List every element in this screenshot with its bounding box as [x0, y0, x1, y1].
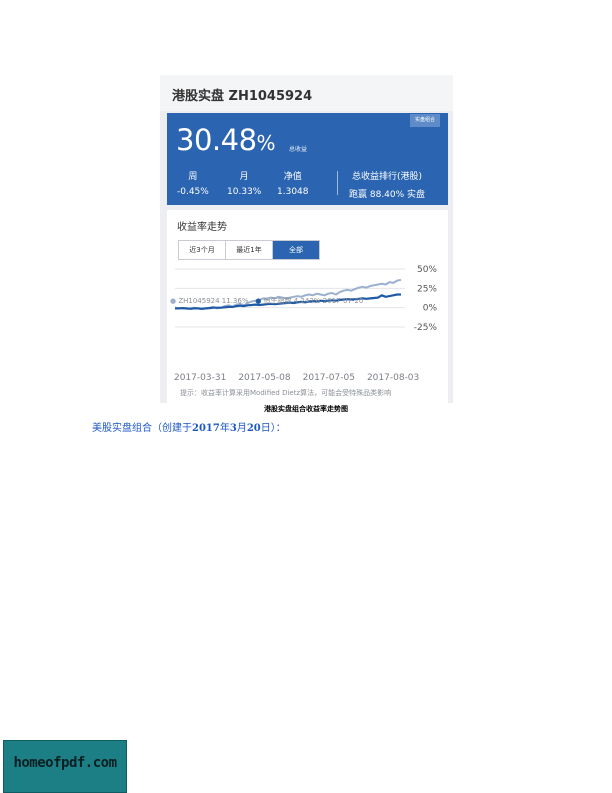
- stat-month-value: 10.33%: [227, 187, 262, 197]
- stat-month: 月 10.33%: [227, 169, 261, 197]
- stat-week-value: -0.45%: [177, 187, 209, 197]
- date-axis: 2017-03-31 2017-05-08 2017-07-05 2017-08-03: [174, 373, 431, 383]
- calculation-tip: 提示：收益率计算采用Modified Dietz算法，可能会受特殊品类影响: [180, 389, 392, 397]
- stat-rank: 总收益排行(港股) 跑赢 88.40% 实盘: [349, 169, 425, 200]
- total-return-unit: %: [256, 131, 276, 155]
- chart-legend: ● ZH1045924 11.36% ● 恒生指数 4.243% 2017-07…: [170, 296, 363, 306]
- trend-title: 收益率走势: [177, 222, 227, 233]
- stat-week-label: 周: [188, 172, 198, 182]
- y-tick-label: -25%: [414, 323, 438, 332]
- date-label: 2017-05-08: [238, 373, 291, 383]
- portfolio-title: 港股实盘 ZH1045924: [172, 89, 313, 104]
- y-tick-label: 25%: [417, 284, 437, 294]
- stat-rank-label: 总收益排行(港股): [352, 172, 423, 182]
- y-tick-label: 0%: [423, 304, 438, 314]
- stat-month-label: 月: [239, 172, 249, 182]
- stat-nav-value: 1.3048: [277, 187, 309, 197]
- paragraph-month-unit: 月: [236, 423, 247, 434]
- y-tick-label: 50%: [417, 265, 437, 275]
- stat-week: 周 -0.45%: [177, 169, 209, 197]
- tab-1-year[interactable]: 最近1年: [226, 241, 273, 259]
- figure-caption: 港股实盘组合收益率走势图: [264, 405, 348, 413]
- date-label: 2017-08-03: [366, 373, 420, 383]
- stats-divider: [337, 171, 338, 195]
- screenshot-header: 港股实盘 ZH1045924: [160, 75, 453, 111]
- stat-rank-value: 跑赢 88.40% 实盘: [349, 190, 426, 200]
- stat-nav-label: 净值: [283, 172, 302, 182]
- legend-dot-portfolio: ●: [170, 297, 177, 305]
- legend-portfolio: ZH1045924 11.36%: [178, 297, 249, 305]
- total-return-label: 总收益: [289, 146, 308, 153]
- paragraph-text: 美股实盘组合（创建于: [92, 423, 192, 434]
- date-label: 2017-07-05: [302, 373, 355, 383]
- total-return-number: 30.48: [176, 123, 257, 157]
- range-tabs: 近3个月 最近1年 全部: [178, 240, 320, 260]
- tab-all[interactable]: 全部: [273, 241, 319, 259]
- section-paragraph: 美股实盘组合（创建于2017年3月20日）：: [92, 419, 286, 434]
- watermark-text: homeofpdf.com: [13, 755, 117, 771]
- paragraph-day-unit: 日）：: [260, 423, 286, 434]
- legend-dot-index: ●: [255, 297, 262, 305]
- legend-index: 恒生指数 4.243% 2017-07-20: [263, 297, 364, 305]
- date-label: 2017-03-31: [174, 373, 227, 383]
- portfolio-screenshot: 港股实盘 ZH1045924 实盘组合 30.48% 总收益 周 -0.45% …: [160, 75, 453, 403]
- return-summary-card: 实盘组合 30.48% 总收益 周 -0.45% 月 10.33% 净值 1.3…: [167, 113, 448, 205]
- portfolio-type-tag: 实盘组合: [410, 114, 440, 127]
- stat-nav: 净值 1.3048: [277, 169, 309, 197]
- paragraph-day: 20: [246, 423, 261, 434]
- tab-3-months[interactable]: 近3个月: [179, 241, 226, 259]
- total-return-value: 30.48%: [176, 123, 276, 160]
- watermark-logo: homeofpdf.com: [3, 740, 127, 793]
- paragraph-year: 2017: [192, 423, 220, 434]
- paragraph-year-unit: 年: [219, 423, 230, 434]
- paragraph-month: 3: [229, 423, 237, 434]
